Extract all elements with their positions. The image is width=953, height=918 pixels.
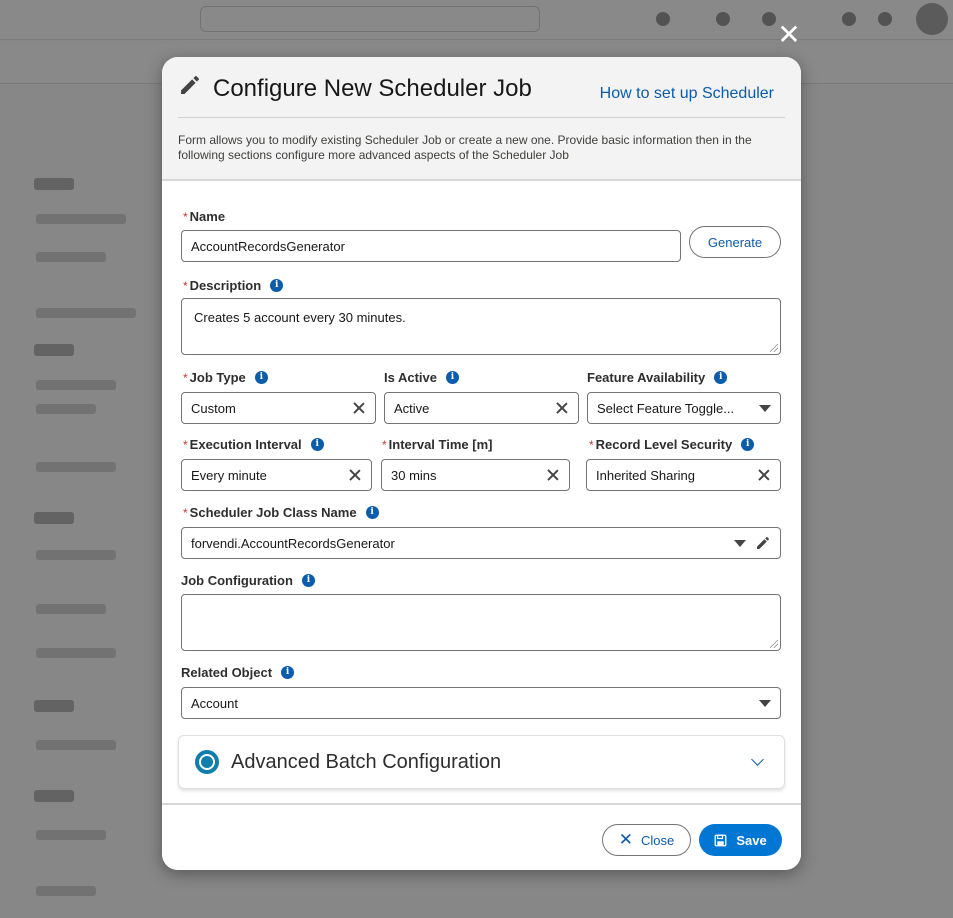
chevron-down-icon[interactable] bbox=[759, 404, 771, 412]
close-button[interactable]: ✕ Close bbox=[602, 824, 691, 856]
related-object-label: Related Object i bbox=[181, 665, 295, 680]
execution-interval-combobox[interactable]: Every minute bbox=[181, 459, 372, 491]
chevron-down-icon[interactable] bbox=[751, 753, 764, 766]
help-link[interactable]: How to set up Scheduler bbox=[600, 85, 774, 103]
name-input[interactable]: AccountRecordsGenerator bbox=[181, 230, 681, 262]
resize-handle[interactable] bbox=[770, 640, 778, 648]
info-icon[interactable]: i bbox=[446, 371, 459, 384]
interval-time-label: * Interval Time [m] bbox=[382, 437, 493, 452]
description-textarea[interactable]: Creates 5 account every 30 minutes. bbox=[181, 298, 781, 355]
pencil-icon bbox=[181, 76, 199, 94]
accordion-title: Advanced Batch Configuration bbox=[231, 750, 502, 773]
record-level-security-label: * Record Level Security i bbox=[589, 437, 755, 452]
modal-title: Configure New Scheduler Job bbox=[213, 75, 532, 102]
description-label: * Description i bbox=[183, 278, 284, 293]
save-icon bbox=[714, 834, 727, 846]
feature-availability-select[interactable]: Select Feature Toggle... bbox=[587, 392, 781, 424]
info-icon[interactable]: i bbox=[714, 371, 728, 384]
clear-icon[interactable] bbox=[555, 401, 569, 415]
info-icon[interactable]: i bbox=[301, 574, 315, 587]
info-icon[interactable]: i bbox=[310, 438, 324, 451]
job-type-combobox[interactable]: Custom bbox=[181, 392, 376, 424]
close-icon: ✕ bbox=[618, 830, 633, 850]
info-icon[interactable]: i bbox=[365, 506, 379, 519]
related-object-select[interactable]: Account bbox=[181, 687, 781, 719]
is-active-label: Is Active i bbox=[384, 370, 459, 385]
header-divider bbox=[178, 117, 785, 118]
feature-availability-label: Feature Availability i bbox=[587, 370, 728, 385]
info-icon[interactable]: i bbox=[281, 666, 295, 679]
close-icon[interactable]: ✕ bbox=[776, 21, 802, 49]
interval-time-combobox[interactable]: 30 mins bbox=[381, 459, 570, 491]
batch-icon bbox=[195, 750, 219, 774]
info-icon[interactable]: i bbox=[741, 438, 755, 451]
job-configuration-label: Job Configuration i bbox=[181, 573, 315, 588]
save-button[interactable]: Save bbox=[699, 824, 782, 856]
modal-body: * Name AccountRecordsGenerator Generate *… bbox=[162, 181, 801, 803]
modal-header: Configure New Scheduler Job How to set u… bbox=[162, 57, 801, 181]
class-name-combobox[interactable]: forvendi.AccountRecordsGenerator bbox=[181, 527, 781, 559]
chevron-down-icon[interactable] bbox=[734, 539, 746, 547]
generate-button[interactable]: Generate bbox=[689, 226, 781, 258]
resize-handle[interactable] bbox=[770, 344, 778, 352]
info-icon[interactable]: i bbox=[254, 371, 268, 384]
clear-icon[interactable] bbox=[348, 468, 362, 482]
class-name-label: * Scheduler Job Class Name i bbox=[183, 505, 379, 520]
scheduler-job-modal: Configure New Scheduler Job How to set u… bbox=[162, 57, 801, 870]
execution-interval-label: * Execution Interval i bbox=[183, 437, 324, 452]
is-active-combobox[interactable]: Active bbox=[384, 392, 579, 424]
info-icon[interactable]: i bbox=[270, 279, 284, 292]
modal-description: Form allows you to modify existing Sched… bbox=[178, 133, 752, 162]
advanced-batch-configuration-section[interactable]: Advanced Batch Configuration bbox=[178, 735, 785, 789]
pencil-icon[interactable] bbox=[755, 535, 771, 551]
job-configuration-textarea[interactable] bbox=[181, 594, 781, 651]
chevron-down-icon[interactable] bbox=[759, 699, 771, 707]
modal-footer: ✕ Close Save bbox=[162, 803, 801, 870]
clear-icon[interactable] bbox=[352, 401, 366, 415]
job-type-label: * Job Type i bbox=[183, 370, 268, 385]
name-label: * Name bbox=[183, 209, 226, 224]
record-level-security-combobox[interactable]: Inherited Sharing bbox=[586, 459, 781, 491]
clear-icon[interactable] bbox=[546, 468, 560, 482]
clear-icon[interactable] bbox=[757, 468, 771, 482]
